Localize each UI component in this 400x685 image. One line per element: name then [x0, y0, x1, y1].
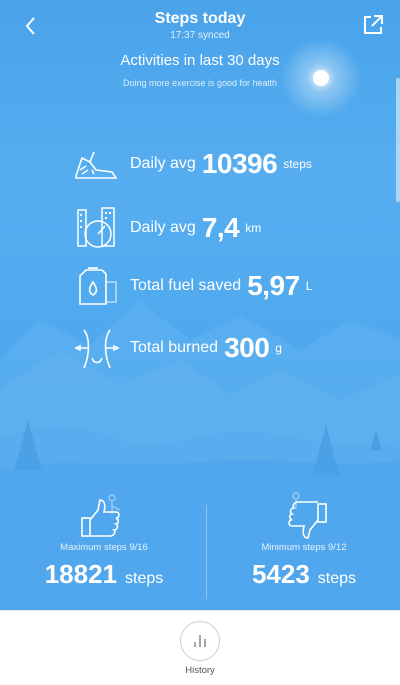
- stat-value: 7,4: [201, 212, 240, 243]
- stat-label: Daily avg: [130, 155, 196, 172]
- history-label: History: [185, 665, 215, 676]
- stat-daily-steps: Daily avg 10396 steps: [72, 140, 312, 188]
- bar-chart-icon: [194, 635, 206, 647]
- steps-screen: Steps today 17:37 synced Activities in l…: [0, 0, 400, 610]
- max-steps-block: Maximum steps 9/16 18821 steps: [4, 492, 204, 590]
- min-steps-label: Minimum steps 9/12: [261, 542, 347, 553]
- stat-value: 300: [224, 332, 270, 363]
- min-steps-block: Minimum steps 9/12 5423 steps: [204, 492, 400, 590]
- min-steps-value: 5423: [251, 559, 310, 589]
- scrollbar[interactable]: [396, 78, 400, 202]
- waist-icon: [74, 329, 120, 369]
- max-steps-value: 18821: [44, 559, 118, 589]
- stat-unit: g: [275, 341, 282, 355]
- header: Steps today 17:37 synced: [0, 0, 400, 52]
- stat-label: Daily avg: [130, 219, 196, 236]
- activities-subtitle: Doing more exercise is good for health: [122, 78, 278, 88]
- fuel-can-icon: [79, 267, 117, 305]
- stat-value: 5,97: [247, 270, 300, 301]
- stat-calories-burned: Total burned 300 g: [72, 324, 282, 372]
- stat-unit: L: [305, 279, 313, 293]
- share-icon[interactable]: [360, 12, 386, 38]
- stat-fuel-saved: Total fuel saved 5,97 L: [72, 262, 312, 310]
- thumbs-down-icon: [288, 492, 327, 539]
- speedometer-icon: [77, 207, 115, 248]
- min-steps-unit: steps: [317, 570, 357, 587]
- stat-label: Total fuel saved: [130, 277, 242, 294]
- footer-bar: History: [0, 610, 400, 685]
- stat-unit: steps: [283, 157, 312, 171]
- stat-value: 10396: [201, 148, 278, 179]
- activities-title: Activities in last 30 days: [120, 52, 280, 69]
- stat-label: Total burned: [130, 339, 219, 356]
- sneaker-icon: [75, 151, 118, 179]
- max-steps-unit: steps: [125, 570, 164, 587]
- history-button[interactable]: [180, 621, 220, 661]
- stat-daily-distance: Daily avg 7,4 km: [72, 204, 261, 252]
- thumbs-up-icon: [81, 494, 121, 537]
- sync-status: 17:37 synced: [170, 30, 230, 41]
- max-steps-label: Maximum steps 9/16: [60, 542, 148, 553]
- page-title: Steps today: [154, 10, 246, 27]
- stat-unit: km: [245, 221, 262, 235]
